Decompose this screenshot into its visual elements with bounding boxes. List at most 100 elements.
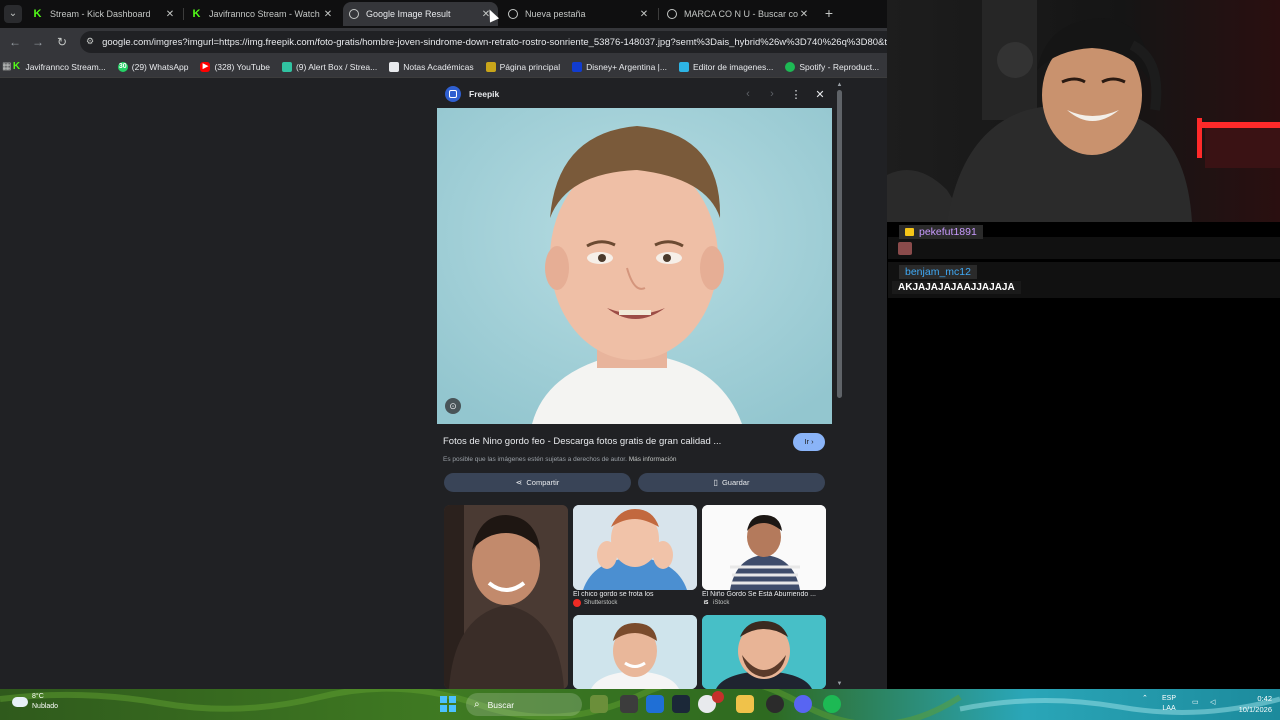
tab-nueva-pestana[interactable]: Nueva pestaña ✕ — [502, 2, 656, 26]
tab-marca-buscar[interactable]: MARCA CO N U - Buscar con Google ✕ — [661, 2, 816, 26]
weather-desc: Nublado — [32, 703, 59, 710]
windows-start-icon[interactable] — [440, 696, 456, 712]
source-label: iStock — [713, 600, 730, 606]
kick-icon: K — [33, 7, 42, 20]
related-caption: El chico gordo se frota los — [573, 591, 654, 598]
edge-icon[interactable] — [646, 695, 664, 713]
bookmark-javifrannco[interactable]: K Javifrannco Stream... — [11, 60, 106, 72]
bookmark-label: Página principal — [499, 61, 561, 72]
task-view-icon[interactable] — [590, 695, 608, 713]
bookmark-label: (9) Alert Box / Strea... — [295, 61, 378, 72]
language-indicator[interactable]: ESP LAA — [1162, 694, 1176, 714]
bookmark-notas[interactable]: Notas Académicas — [389, 61, 474, 72]
related-image[interactable] — [702, 615, 826, 689]
webcam-overlay — [887, 0, 1280, 222]
taskbar-search[interactable]: ⌕ Buscar — [466, 693, 582, 716]
share-button[interactable]: ⋖ Compartir — [444, 473, 631, 492]
istock-icon: iS — [702, 599, 710, 607]
chevron-right-icon[interactable]: › — [760, 88, 784, 100]
forward-arrow-icon[interactable]: → — [31, 34, 45, 50]
crown-badge-icon — [905, 228, 914, 236]
app-icon[interactable] — [766, 695, 784, 713]
bookmark-youtube[interactable]: ▶ (328) YouTube — [200, 61, 270, 72]
panel-header: Freepik ‹ › ⋮ ✕ — [437, 80, 832, 108]
tab-close-icon[interactable]: ✕ — [798, 9, 810, 20]
weather-temp: 8°C — [32, 693, 44, 700]
related-image[interactable] — [444, 505, 568, 689]
network-icon[interactable]: ▭ — [1192, 698, 1199, 708]
file-explorer-icon[interactable] — [736, 695, 754, 713]
source-label: Shutterstock — [584, 600, 618, 606]
reload-icon[interactable]: ↻ — [55, 34, 69, 50]
more-options-icon[interactable]: ⋮ — [784, 88, 808, 101]
scroll-up-icon[interactable]: ▲ — [836, 82, 843, 88]
search-icon: ⌕ — [474, 699, 480, 710]
bookmark-alert-box[interactable]: (9) Alert Box / Strea... — [281, 61, 378, 72]
scroll-down-icon[interactable]: ▼ — [836, 681, 843, 687]
new-tab-button[interactable]: + — [822, 5, 836, 21]
whatsapp-icon: 30 — [117, 61, 128, 72]
tray-overflow-icon[interactable]: ⌃ — [1142, 694, 1148, 704]
kick-icon: K — [192, 7, 201, 20]
close-icon[interactable]: ✕ — [808, 88, 832, 101]
bookmark-label: Notas Académicas — [403, 61, 474, 72]
webcam-feed — [887, 0, 1280, 222]
kick-icon: K — [12, 60, 21, 72]
editor-icon — [678, 61, 689, 72]
clock[interactable]: 0:42 10/1/2026 — [1238, 693, 1272, 715]
more-info-link[interactable]: Más información — [629, 456, 677, 463]
tab-close-icon[interactable]: ✕ — [164, 9, 176, 20]
bookmark-pagina-principal[interactable]: Página principal — [485, 61, 561, 72]
share-icon: ⋖ — [515, 478, 523, 487]
result-image[interactable]: ⊙ — [437, 108, 832, 424]
tab-javifrannco-stream[interactable]: K Javifrannco Stream - Watch Live ✕ — [185, 2, 340, 26]
result-title[interactable]: Fotos de Nino gordo feo - Descarga fotos… — [443, 436, 743, 447]
back-arrow-icon[interactable]: ← — [8, 34, 22, 50]
save-button[interactable]: ▯ Guardar — [638, 473, 825, 492]
related-image[interactable] — [702, 505, 826, 590]
browser-window: ⌄ K Stream - Kick Dashboard ✕ K Javifran… — [0, 0, 887, 689]
bookmark-whatsapp[interactable]: 30 (29) WhatsApp — [117, 61, 188, 72]
tab-title: Javifrannco Stream - Watch Live — [209, 9, 322, 19]
obs-icon[interactable] — [712, 691, 724, 703]
tab-search-button[interactable]: ⌄ — [4, 5, 22, 23]
tab-title: Nueva pestaña — [525, 9, 586, 19]
related-image-art — [702, 505, 826, 590]
chevron-left-icon[interactable]: ‹ — [736, 88, 760, 100]
site-info-icon[interactable]: ⚙ — [86, 36, 94, 48]
visit-button[interactable]: Ir › — [793, 433, 825, 451]
weather-widget[interactable]: 8°C Nublado — [12, 692, 58, 712]
widgets-icon[interactable] — [620, 695, 638, 713]
related-image[interactable] — [573, 505, 697, 590]
copyright-text: Es posible que las imágenes estén sujeta… — [443, 456, 627, 463]
tab-google-image-result[interactable]: Google Image Result ✕ — [343, 2, 498, 26]
discord-icon[interactable] — [794, 695, 812, 713]
tab-title: Google Image Result — [366, 9, 451, 19]
scrollbar[interactable]: ▲ ▼ — [835, 82, 843, 687]
steam-icon[interactable] — [672, 695, 690, 713]
screen: ⌄ K Stream - Kick Dashboard ✕ K Javifran… — [0, 0, 1280, 720]
scrollbar-thumb[interactable] — [837, 90, 842, 398]
bookmark-editor[interactable]: Editor de imagenes... — [678, 61, 773, 72]
related-image-art — [702, 615, 826, 689]
youtube-icon: ▶ — [200, 61, 211, 72]
clock-date: 10/1/2026 — [1238, 705, 1272, 714]
bookmark-disney[interactable]: Disney+ Argentina |... — [572, 61, 667, 72]
related-image[interactable] — [573, 615, 697, 689]
bookmark-label: Spotify - Reproduct... — [799, 61, 880, 72]
tab-title: Stream - Kick Dashboard — [50, 9, 151, 19]
volume-icon[interactable]: ◁ — [1210, 698, 1215, 708]
bookmark-spotify[interactable]: Spotify - Reproduct... — [785, 61, 880, 72]
related-source: iS iStock — [702, 599, 729, 607]
source-name[interactable]: Freepik — [469, 89, 736, 99]
image-result-panel: Freepik ‹ › ⋮ ✕ ⊙ Fotos de Nino gordo fe… — [437, 80, 843, 689]
address-bar[interactable]: ⚙ google.com/imgres?imgurl=https://img.f… — [80, 31, 887, 53]
google-icon — [667, 9, 677, 19]
apps-grid-icon[interactable]: ▦ — [2, 61, 11, 72]
spotify-icon[interactable] — [823, 695, 841, 713]
tab-close-icon[interactable]: ✕ — [638, 9, 650, 20]
lens-search-icon[interactable]: ⊙ — [445, 398, 461, 414]
tab-close-icon[interactable]: ✕ — [322, 9, 334, 20]
tab-kick-dashboard[interactable]: K Stream - Kick Dashboard ✕ — [26, 2, 182, 26]
share-label: Compartir — [526, 478, 560, 487]
